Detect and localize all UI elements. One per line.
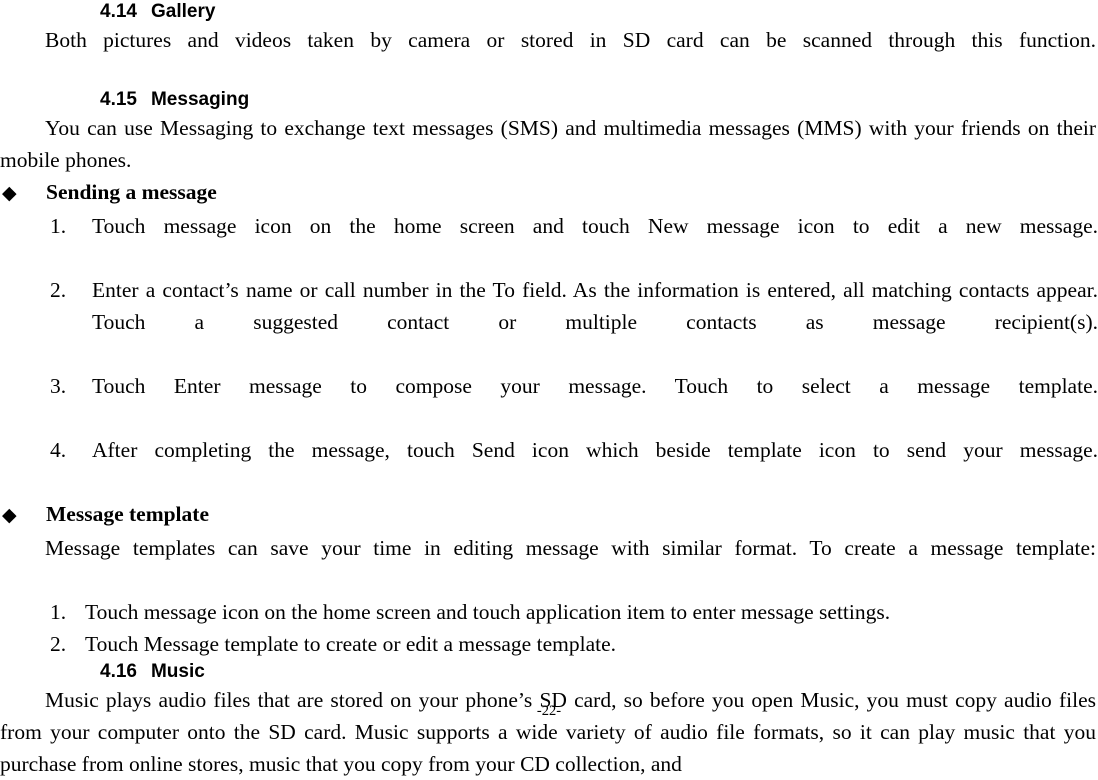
list-item-number: 3. [50,374,67,398]
message-template-intro-paragraph: Message templates can save your time in … [45,536,1096,560]
gallery-body-paragraph: Both pictures and videos taken by camera… [45,28,1096,52]
diamond-bullet-icon: ◆ [2,505,17,526]
section-heading-music: 4.16 Music [0,660,1098,684]
subsection-label: Sending a message [46,180,217,204]
music-body-paragraph: Music plays audio files that are stored … [0,688,1096,776]
list-item-text: Touch Enter message to compose your mess… [92,374,1098,398]
list-item-number: 1. [50,600,67,624]
section-number: 4.15 [100,89,137,110]
subsection-label: Message template [46,502,209,526]
section-title: Messaging [150,89,250,110]
list-item-number: 1. [50,214,67,238]
section-heading-messaging: 4.15 Messaging [0,88,1098,112]
list-item-text: Touch message icon on the home screen an… [85,600,891,624]
subsection-message-template: ◆ Message template [0,498,1098,532]
list-item-number: 2. [50,632,67,656]
page-number-footer: -22- [536,703,562,719]
sending-a-message-steps: 1. Touch message icon on the home screen… [0,210,1098,498]
list-item-text: Enter a contact’s name or call number in… [92,278,1098,334]
list-item-text: Touch message icon on the home screen an… [92,214,1098,238]
list-item: 2. Touch Message template to create or e… [0,628,1098,660]
subsection-sending-a-message: ◆ Sending a message [0,176,1098,210]
message-template-steps: 1. Touch message icon on the home screen… [0,596,1098,660]
list-item-text: After completing the message, touch Send… [92,438,1098,462]
list-item: 2. Enter a contact’s name or call number… [0,274,1098,370]
section-title: Gallery [150,1,216,22]
list-item: 1. Touch message icon on the home screen… [0,596,1098,628]
messaging-intro-paragraph: You can use Messaging to exchange text m… [0,116,1096,172]
section-heading-gallery: 4.14 Gallery [0,0,1098,24]
list-item: 1. Touch message icon on the home screen… [0,210,1098,274]
list-item: 3. Touch Enter message to compose your m… [0,370,1098,434]
diamond-bullet-icon: ◆ [2,183,17,204]
section-number: 4.16 [100,661,137,682]
section-title: Music [150,661,205,682]
document-page: 4.14 Gallery Both pictures and videos tak… [0,0,1098,776]
list-item-number: 4. [50,438,67,462]
list-item-number: 2. [50,278,67,302]
list-item: 4. After completing the message, touch S… [0,434,1098,498]
section-number: 4.14 [100,1,137,22]
list-item-text: Touch Message template to create or edit… [85,632,617,656]
